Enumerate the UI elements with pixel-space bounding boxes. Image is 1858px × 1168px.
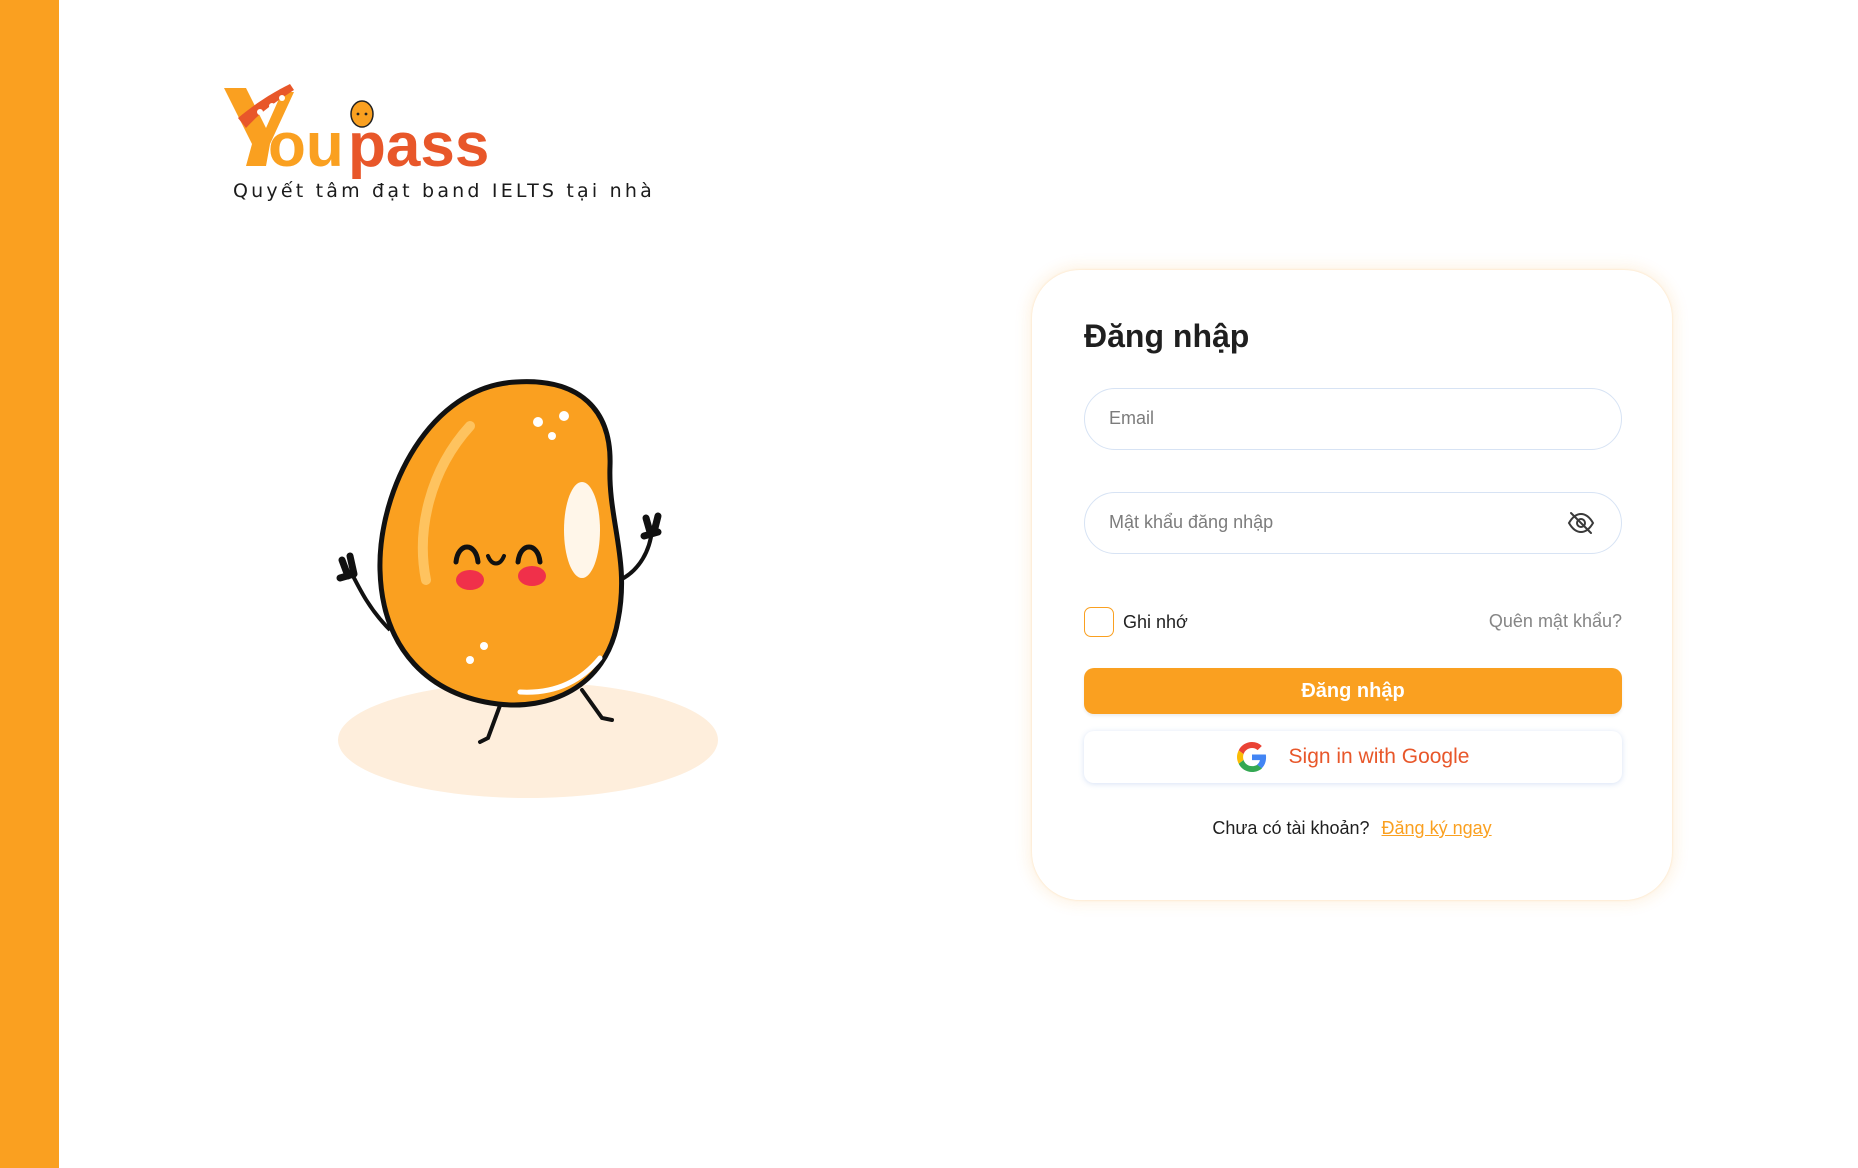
google-logo-icon (1236, 742, 1267, 772)
google-signin-label: Sign in with Google (1288, 745, 1470, 768)
bean-mascot-illustration (320, 370, 740, 810)
svg-text:ou: ou (268, 111, 344, 180)
login-button[interactable]: Đăng nhập (1084, 668, 1622, 714)
eye-off-icon[interactable] (1567, 510, 1595, 536)
remember-label: Ghi nhớ (1123, 611, 1188, 632)
signup-link[interactable]: Đăng ký ngay (1382, 818, 1492, 838)
password-field-wrapper[interactable] (1084, 492, 1622, 554)
email-input[interactable] (1109, 389, 1549, 448)
email-field-wrapper[interactable] (1084, 388, 1622, 450)
login-card: Đăng nhập Ghi nhớ Quên mật khẩu? Đăng nh… (1032, 270, 1672, 900)
left-accent-bar (0, 0, 59, 1168)
login-title: Đăng nhập (1084, 318, 1250, 354)
remember-me-toggle[interactable]: Ghi nhớ (1084, 606, 1188, 638)
youpass-logo-icon: ou pass (224, 84, 489, 180)
login-page: ou pass Quyết tâm đạt band IELTS tại nhà (0, 0, 1858, 1168)
google-signin-button[interactable]: Sign in with Google (1084, 731, 1622, 783)
brand-tagline: Quyết tâm đạt band IELTS tại nhà (233, 180, 655, 202)
password-input[interactable] (1109, 493, 1549, 552)
signup-row: Chưa có tài khoản? Đăng ký ngay (1032, 818, 1672, 839)
signup-prompt: Chưa có tài khoản? (1212, 818, 1370, 838)
forgot-password-link[interactable]: Quên mật khẩu? (1489, 611, 1622, 632)
remember-checkbox[interactable] (1084, 607, 1114, 637)
